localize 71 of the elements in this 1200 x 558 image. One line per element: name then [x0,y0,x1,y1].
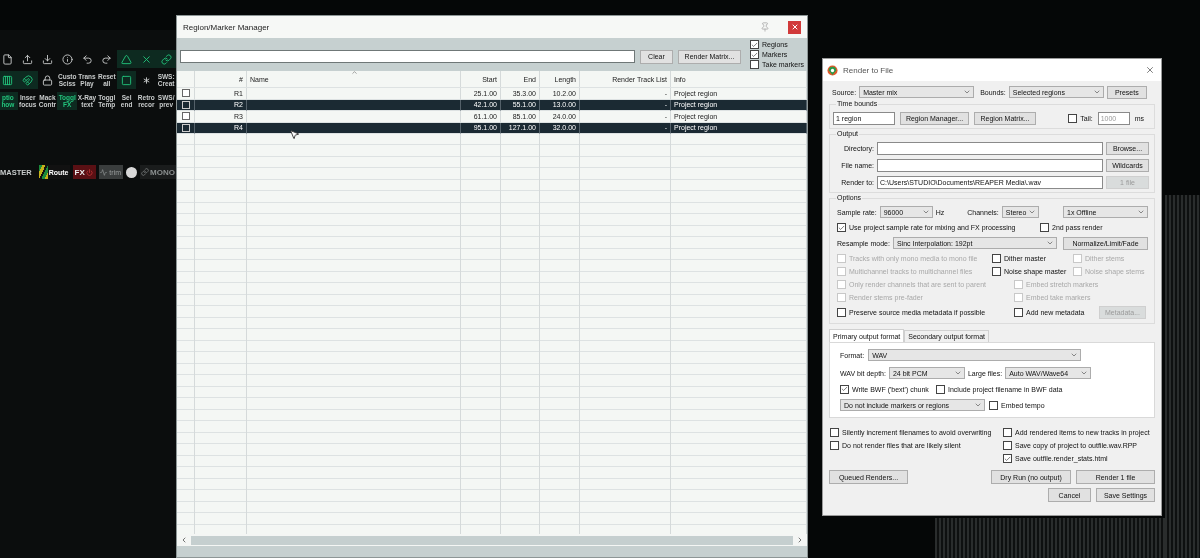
checkbox[interactable] [1003,441,1012,450]
checkbox[interactable] [1014,307,1023,317]
checkbox[interactable] [750,60,759,69]
toolbar-button[interactable] [0,71,18,89]
fx-button[interactable]: FX [72,165,97,179]
square-icon [121,74,133,86]
cursor-icon [289,129,300,140]
toolbar-button[interactable] [116,50,137,68]
triangle-icon [121,53,133,65]
checkbox[interactable] [830,428,839,437]
check-icon [838,223,845,232]
chevron-down-icon [1027,208,1036,216]
chevron-down-icon [974,401,982,409]
toolbar-button[interactable] [156,50,176,68]
text-field[interactable] [877,141,1103,155]
download-icon [41,53,53,65]
checkbox[interactable] [1040,223,1049,232]
volume-knob[interactable] [126,166,138,178]
scrollbar-thumb[interactable] [191,535,793,545]
checkbox[interactable] [989,400,998,410]
upload-icon [22,53,34,65]
chevron-down-icon [1070,351,1079,359]
chevron-down-icon [1080,369,1089,377]
scroll-right-icon[interactable] [796,536,804,544]
checkbox[interactable] [837,307,846,317]
power-icon [85,168,93,176]
chevron-down-icon [1045,239,1054,247]
chevron-down-icon [921,208,930,216]
close-button[interactable] [788,20,801,34]
columns-icon [2,74,14,86]
row-checkbox[interactable] [181,112,190,121]
checkbox[interactable] [830,441,839,450]
checkbox[interactable] [1003,454,1012,463]
app-logo-icon [827,64,838,76]
checkbox[interactable] [1068,113,1078,123]
redo-icon [101,53,113,65]
checkbox[interactable] [840,384,849,394]
text-field[interactable] [877,158,1103,172]
chevron-down-icon [1092,88,1101,96]
checkbox[interactable] [837,223,846,232]
x-icon [140,53,152,65]
checkbox[interactable] [750,40,759,49]
close-icon[interactable] [1145,65,1155,75]
toolbar-button[interactable] [17,71,38,89]
check-icon [841,385,848,393]
window-title: Render to File [843,65,894,75]
info-icon [61,53,73,65]
chevron-down-icon [953,369,962,377]
chevron-down-icon [1137,208,1145,216]
window-title: Region/Marker Manager [183,22,270,32]
row-checkbox[interactable] [181,89,190,98]
checkbox[interactable] [992,253,1001,263]
link-icon [160,53,172,65]
link-icon [141,168,150,176]
wave-icon [100,168,108,176]
chevron-down-icon [963,88,972,96]
file-icon [2,53,14,65]
checkbox[interactable] [1003,428,1012,437]
magnet-icon [22,74,34,86]
scroll-left-icon[interactable] [180,536,188,544]
toolbar-button[interactable] [116,71,137,89]
checkbox[interactable] [936,384,945,394]
close-icon [790,23,799,31]
sort-icon [351,71,358,76]
undo-icon [81,53,93,65]
checkbox[interactable] [750,50,759,59]
check-icon [1004,454,1011,463]
checkbox[interactable] [992,266,1001,276]
search-field[interactable] [180,50,635,63]
lock-icon [41,74,53,86]
mono-button[interactable]: MONO [140,165,176,179]
